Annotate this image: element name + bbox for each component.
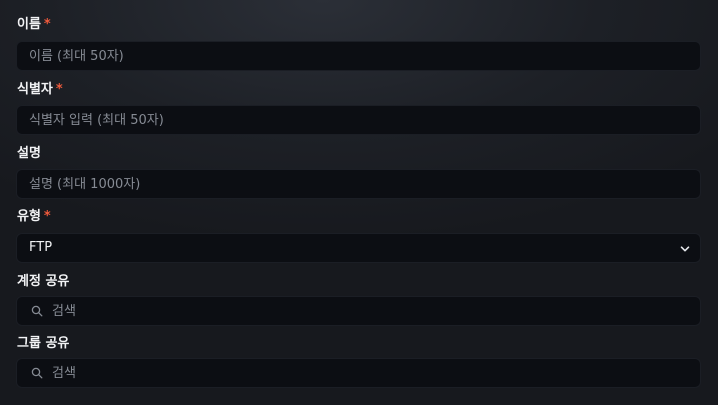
name-label-text: 이름: [17, 17, 41, 32]
group-share-label: 그룹 공유: [17, 336, 69, 352]
identifier-label-text: 식별자: [17, 82, 53, 97]
account-share-label-text: 계정 공유: [17, 274, 70, 289]
type-select[interactable]: FTP: [16, 233, 701, 263]
description-label-text: 설명: [17, 146, 41, 161]
account-share-search[interactable]: [16, 296, 701, 326]
identifier-input[interactable]: [17, 106, 700, 134]
type-select-value: FTP: [29, 240, 53, 255]
name-field[interactable]: [16, 41, 701, 71]
description-input[interactable]: [17, 170, 700, 198]
name-input[interactable]: [17, 42, 700, 70]
account-share-label: 계정 공유: [17, 274, 69, 290]
resource-form: 이름* 식별자* 설명 유형* FTP 계정 공유 그룹 공유: [0, 0, 718, 405]
group-share-search-input[interactable]: [17, 359, 700, 387]
name-required-mark: *: [43, 17, 51, 32]
name-label: 이름 *: [17, 17, 51, 33]
type-label: 유형 *: [17, 209, 51, 225]
description-field[interactable]: [16, 169, 701, 199]
type-required-mark: *: [43, 209, 51, 224]
chevron-down-icon: [680, 246, 690, 252]
group-share-label-text: 그룹 공유: [17, 336, 70, 351]
identifier-required-mark: *: [55, 82, 63, 97]
identifier-field[interactable]: [16, 105, 701, 135]
group-share-search[interactable]: [16, 358, 701, 388]
identifier-label: 식별자 *: [17, 82, 63, 98]
type-label-text: 유형: [17, 209, 41, 224]
description-label: 설명: [17, 146, 41, 162]
account-share-search-input[interactable]: [17, 297, 700, 325]
